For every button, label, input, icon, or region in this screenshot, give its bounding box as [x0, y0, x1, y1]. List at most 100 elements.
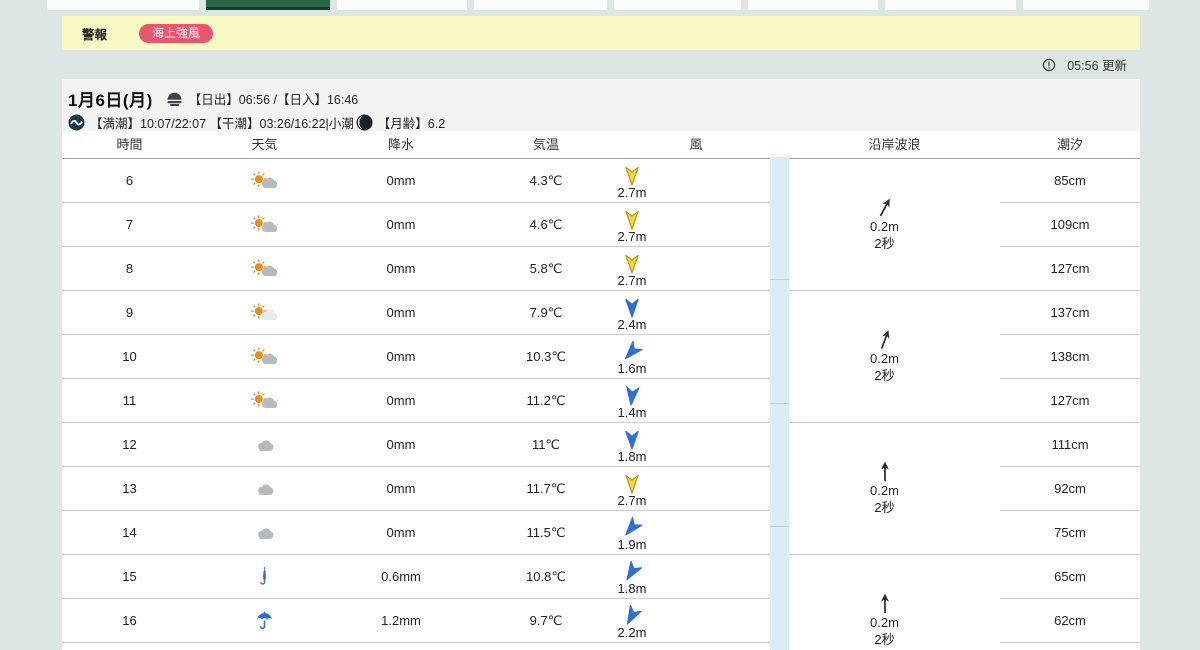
top-tab-5[interactable] [614, 0, 741, 10]
cloud-icon [252, 436, 278, 454]
wind-speed-value: 2.7m [617, 492, 647, 508]
tide-value [1000, 643, 1140, 650]
wave-period-value: 2秒 [874, 500, 895, 515]
precip-value: 0mm [386, 481, 416, 496]
precip-value: 0mm [386, 217, 416, 232]
hour-label: 14 [122, 525, 137, 540]
temp-value: 11℃ [531, 436, 561, 452]
temp-value: 10.8℃ [526, 568, 566, 584]
header-temp: 気温 [532, 137, 559, 152]
wave-icon [68, 114, 85, 131]
temp-value: 11.2℃ [526, 392, 566, 408]
hour-label: 17 [62, 643, 197, 650]
alert-bar: 警報 海上強風 [62, 16, 1140, 50]
hour-row-15: 15 0.6mm 10.8℃ 1.8m [62, 555, 770, 599]
top-tab-8[interactable] [1023, 0, 1149, 10]
header-wind: 風 [689, 137, 703, 152]
precip-value: 0mm [386, 393, 416, 408]
wave-group-4: 0.2m 2秒 [789, 555, 1000, 650]
wind-direction-arrow-icon [624, 429, 640, 450]
alert-circle-icon [1042, 58, 1056, 72]
wind-speed-value: 2.7m [617, 272, 647, 288]
hour-row-11: 11 0mm 11.2℃ 1.4m [62, 379, 770, 423]
update-time: 05:56 更新 [1067, 59, 1127, 73]
tide-value: 127cm [1000, 379, 1140, 423]
wave-direction-arrow-icon [877, 196, 893, 219]
tide-value: 127cm [1000, 247, 1140, 291]
hour-row-16: 16 1.2mm 9.7℃ 2.2m [62, 599, 770, 643]
tide-value: 62cm [1000, 599, 1140, 643]
wind-direction-arrow-icon [624, 604, 642, 626]
hour-label: 16 [122, 613, 137, 628]
wave-direction-arrow-icon [877, 328, 893, 351]
temp-value: 4.6℃ [529, 216, 563, 232]
hour-label: 12 [122, 437, 137, 452]
tide-value: 137cm [1000, 291, 1140, 335]
wave-height-value: 0.2m [870, 615, 899, 631]
precip-value: 0mm [386, 525, 416, 540]
tide-value: 109cm [1000, 203, 1140, 247]
wave-period-value: 2秒 [874, 368, 895, 383]
temp-value: 10.3℃ [526, 348, 566, 364]
tide-value: 75cm [1000, 511, 1140, 555]
hour-row-14: 14 0mm 11.5℃ 1.9m [62, 511, 770, 555]
moon-phase-icon [356, 114, 373, 131]
wind-direction-arrow-icon [624, 209, 640, 230]
top-tab-2[interactable] [206, 0, 330, 10]
hour-label: 8 [125, 261, 134, 276]
marine-wind-warning-badge[interactable]: 海上強風 [139, 23, 214, 43]
top-tab-1[interactable] [47, 0, 199, 10]
precip-value: 0.6mm [381, 569, 421, 584]
hour-label: 13 [122, 481, 137, 496]
precip-value: 0mm [386, 173, 416, 188]
hour-label: 15 [122, 569, 137, 584]
header-precip: 降水 [387, 137, 414, 152]
hour-label: 6 [125, 173, 134, 188]
wind-direction-arrow-icon [624, 516, 643, 538]
sun-cloud-icon [250, 391, 279, 410]
umbrella-open-icon [255, 611, 274, 630]
alert-label: 警報 [82, 27, 108, 42]
tide-value: 65cm [1000, 555, 1140, 599]
wave-period-value: 2秒 [874, 236, 895, 251]
sun-cloud-light-icon [250, 303, 279, 322]
sun-cloud-icon [250, 347, 279, 366]
top-tab-3[interactable] [337, 0, 467, 10]
temp-value: 11.5℃ [526, 524, 566, 540]
top-tab-bar [47, 0, 1149, 10]
wave-height-value: 0.2m [870, 351, 899, 367]
date-header: 1月6日(月) 【日出】06:56 /【日入】16:46 【満潮】10:07/2… [62, 79, 1140, 131]
precip-value: 0mm [386, 261, 416, 276]
wind-speed-value: 1.8m [617, 448, 647, 464]
cloud-icon [252, 524, 278, 542]
date-label: 1月6日(月) [68, 91, 153, 110]
header-time: 時間 [116, 137, 143, 152]
header-weather: 天気 [251, 137, 278, 152]
temp-value: 7.9℃ [529, 304, 563, 320]
top-tab-7[interactable] [885, 0, 1016, 10]
hour-row-7: 7 0mm 4.6℃ 2.7m [62, 203, 770, 247]
top-tab-6[interactable] [748, 0, 878, 10]
sun-cloud-icon [250, 259, 279, 278]
hourly-forecast-table: 時間 天気 降水 気温 風 6 0mm 4.3℃ 2.7m 7 0mm 4.6℃ [62, 131, 1140, 650]
wind-speed-value: 1.4m [617, 404, 647, 420]
sun-cloud-icon [250, 215, 279, 234]
tide-value: 138cm [1000, 335, 1140, 379]
precip-value: 0mm [386, 305, 416, 320]
top-tab-4[interactable] [474, 0, 607, 10]
wave-group-2: 0.2m 2秒 [789, 291, 1000, 423]
wave-group-1: 0.2m 2秒 [789, 159, 1000, 291]
temp-value: 9.7℃ [529, 612, 563, 628]
wind-direction-arrow-icon [624, 473, 640, 494]
sun-cloud-icon [250, 171, 279, 190]
sunrise-sunset-text: 【日出】06:56 /【日入】16:46 [188, 93, 359, 107]
hour-row-10: 10 0mm 10.3℃ 1.6m [62, 335, 770, 379]
temp-value: 11.7℃ [526, 480, 566, 496]
hour-row-13: 13 0mm 11.7℃ 2.7m [62, 467, 770, 511]
coastal-wave-column: 沿岸波浪 0.2m 2秒 0.2m 2秒 0.2m 2秒 0.2m 2秒 [789, 131, 1000, 650]
wind-direction-arrow-icon [624, 297, 640, 318]
wind-direction-arrow-icon [624, 165, 640, 186]
wind-speed-value: 2.7m [617, 228, 647, 244]
wave-period-value: 2秒 [874, 632, 895, 647]
wave-direction-arrow-icon [877, 592, 893, 615]
